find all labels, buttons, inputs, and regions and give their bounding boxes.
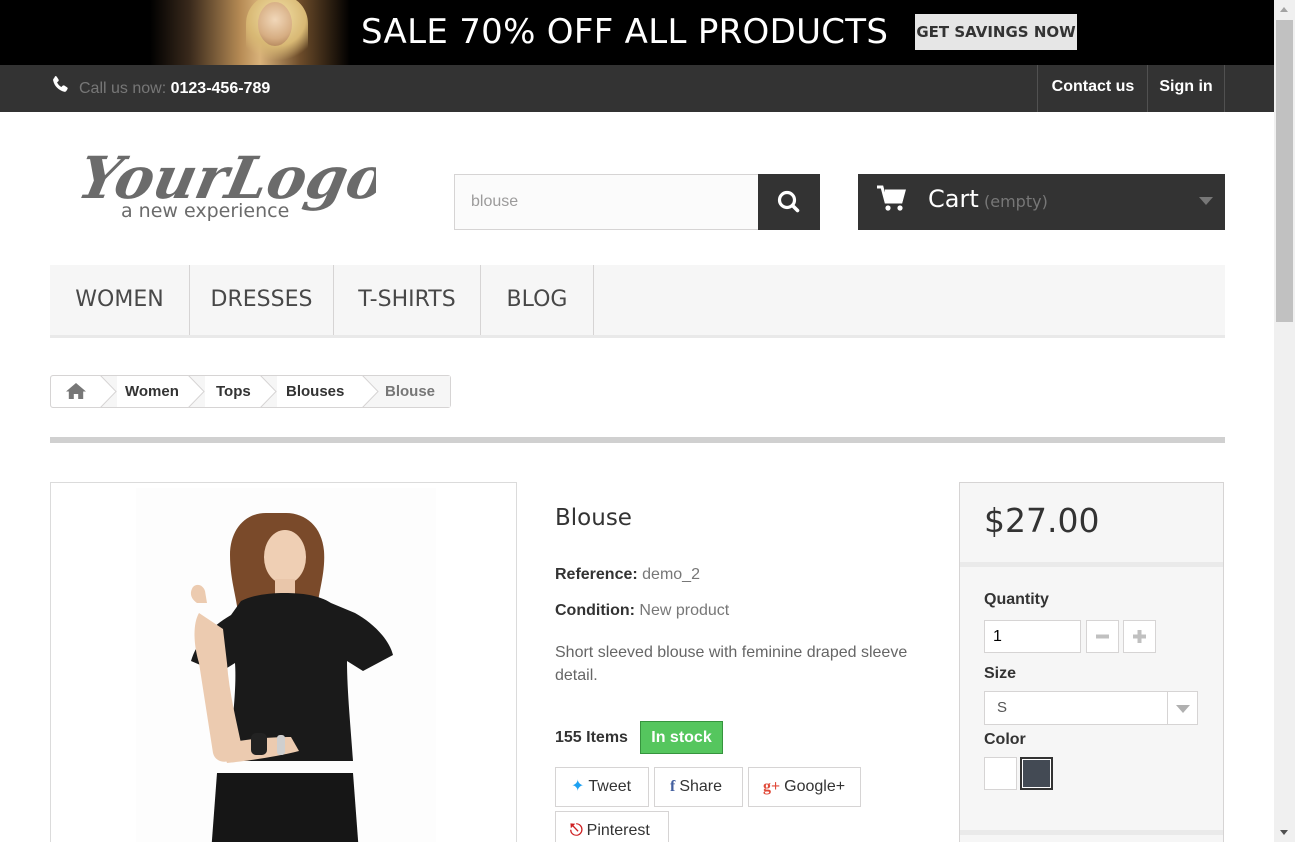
search-button[interactable] [758, 174, 820, 230]
quantity-decrease-button[interactable] [1086, 620, 1119, 653]
top-nav-bar: Call us now: 0123-456-789 Contact us Sig… [0, 65, 1274, 112]
product-image[interactable] [50, 482, 517, 842]
share-button[interactable]: f Share [654, 767, 743, 807]
search-icon [777, 190, 800, 213]
product-price: $27.00 [984, 501, 1100, 540]
stock-badge: In stock [640, 721, 723, 754]
cart-button[interactable]: Cart (empty) [858, 174, 1225, 230]
buy-box: $27.00 Quantity 1 Size S Color [959, 482, 1224, 842]
quantity-increase-button[interactable] [1123, 620, 1156, 653]
plus-icon [1133, 630, 1146, 643]
reference-label: Reference: [555, 566, 638, 583]
breadcrumb-home[interactable] [51, 376, 101, 407]
tweet-button[interactable]: ✦ Tweet [555, 767, 649, 807]
breadcrumb-separator [100, 375, 117, 408]
breadcrumb-separator [362, 375, 379, 408]
facebook-icon: f [670, 778, 676, 795]
pinterest-button[interactable]: ⎋ Pinterest [555, 811, 669, 842]
chevron-down-icon [1176, 705, 1190, 713]
size-label: Size [984, 665, 1017, 682]
product-title: Blouse [555, 505, 632, 531]
menu-item-t-shirts[interactable]: T-SHIRTS [334, 265, 481, 335]
pinterest-icon: ⎋ [570, 822, 583, 839]
home-icon [66, 383, 86, 399]
google-plus-label: Google+ [784, 778, 846, 795]
breadcrumb-separator [188, 375, 205, 408]
pinterest-label: Pinterest [586, 822, 650, 839]
breadcrumb-item-women[interactable]: Women [117, 376, 189, 407]
color-swatch-white[interactable] [984, 757, 1017, 790]
phone-icon [53, 76, 68, 92]
google-plus-button[interactable]: g+ Google+ [748, 767, 861, 807]
breadcrumb-separator [260, 375, 277, 408]
quantity-available: 155 Items [555, 729, 628, 746]
banner-sale-text: SALE 70% OFF ALL PRODUCTS [361, 12, 889, 52]
product-description: Short sleeved blouse with feminine drape… [555, 644, 908, 684]
condition-value: New product [639, 602, 730, 619]
reference-value: demo_2 [642, 566, 700, 583]
size-value: S [997, 699, 1008, 716]
call-us-text: Call us now: 0123-456-789 [79, 80, 270, 98]
phone-number: 0123-456-789 [170, 80, 271, 97]
main-menu: WOMEN DRESSES T-SHIRTS BLOG [50, 265, 1225, 338]
product-photo [136, 488, 436, 842]
google-plus-icon: g+ [763, 778, 781, 795]
get-savings-button[interactable]: GET SAVINGS NOW [915, 14, 1077, 50]
breadcrumb-item-tops[interactable]: Tops [205, 376, 261, 407]
product-reference: Reference: demo_2 [555, 566, 700, 584]
size-select[interactable]: S [984, 691, 1198, 725]
color-swatch-black[interactable] [1020, 757, 1053, 790]
cart-status: (empty) [984, 192, 1048, 211]
price-bar: $27.00 [960, 483, 1223, 567]
breadcrumb-current: Blouse [379, 376, 450, 407]
search-bar [454, 174, 820, 230]
minus-icon [1096, 634, 1109, 639]
cart-label: Cart [928, 185, 979, 213]
scroll-up-icon[interactable] [1280, 7, 1288, 12]
logo-tagline: a new experience [121, 200, 289, 222]
search-input[interactable] [454, 174, 759, 230]
promo-banner[interactable]: SALE 70% OFF ALL PRODUCTS GET SAVINGS NO… [0, 0, 1274, 65]
select-arrow [1167, 692, 1197, 724]
sign-in-link[interactable]: Sign in [1147, 65, 1225, 112]
breadcrumb-item-blouses[interactable]: Blouses [277, 376, 363, 407]
quantity-label: Quantity [984, 591, 1049, 608]
scroll-down-icon[interactable] [1280, 830, 1288, 835]
product-condition: Condition: New product [555, 602, 729, 620]
color-label: Color [984, 731, 1026, 748]
section-divider [50, 437, 1225, 443]
chevron-down-icon [1199, 197, 1213, 205]
menu-item-dresses[interactable]: DRESSES [190, 265, 334, 335]
quantity-input[interactable]: 1 [984, 620, 1081, 653]
share-label: Share [679, 778, 723, 795]
contact-us-link[interactable]: Contact us [1037, 65, 1148, 112]
menu-item-blog[interactable]: BLOG [481, 265, 594, 335]
page-scrollbar[interactable] [1274, 0, 1295, 842]
banner-model-image [150, 0, 350, 65]
menu-item-women[interactable]: WOMEN [50, 265, 190, 335]
site-logo[interactable]: YourLogo a new experience [76, 138, 376, 228]
cart-icon [877, 185, 906, 211]
tweet-label: Tweet [588, 778, 632, 795]
breadcrumb: Women Tops Blouses Blouse [50, 375, 451, 408]
twitter-icon: ✦ [571, 778, 585, 795]
scrollbar-thumb[interactable] [1276, 20, 1293, 322]
buy-box-footer [960, 830, 1223, 842]
call-us-label: Call us now: [79, 80, 167, 97]
condition-label: Condition: [555, 602, 635, 619]
